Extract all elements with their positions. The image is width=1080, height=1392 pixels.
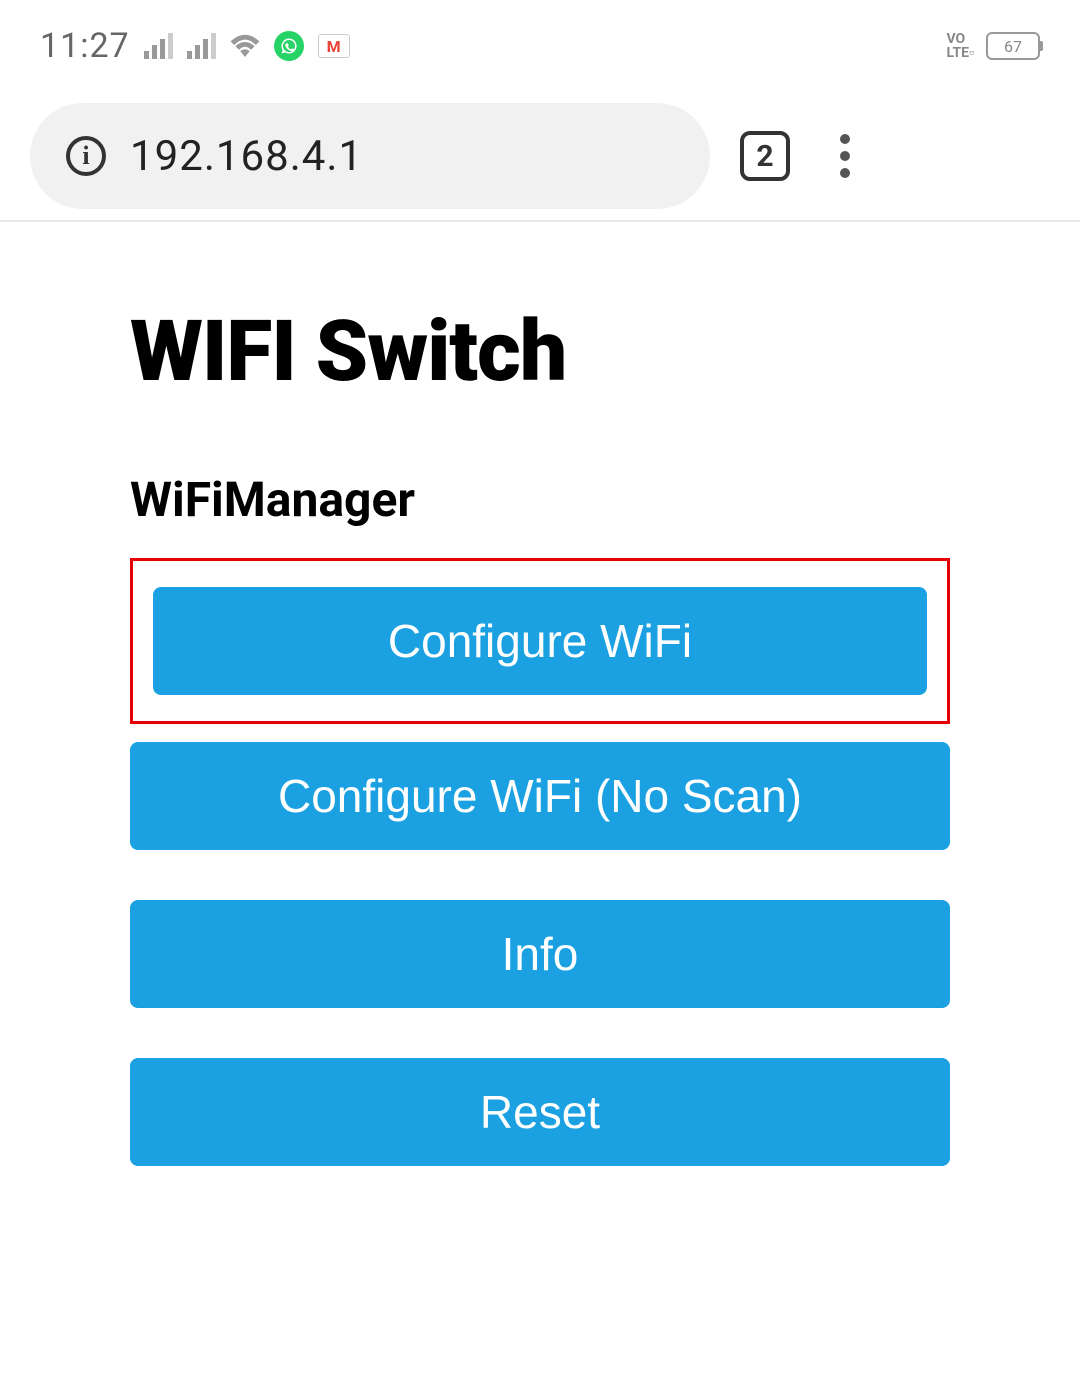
url-text: 192.168.4.1 [130, 132, 363, 181]
battery-level: 67 [1004, 37, 1022, 56]
browser-toolbar: i 192.168.4.1 2 [0, 92, 1080, 222]
status-time: 11:27 [40, 26, 130, 66]
volte-icon: VOLTE▫ [946, 32, 974, 60]
highlight-box: Configure WiFi [130, 558, 950, 724]
gmail-icon: M [318, 34, 350, 58]
info-icon[interactable]: i [66, 136, 106, 176]
configure-wifi-noscan-button[interactable]: Configure WiFi (No Scan) [130, 742, 950, 850]
whatsapp-icon [274, 31, 304, 61]
section-title: WiFiManager [130, 471, 950, 528]
status-bar: 11:27 M VOLTE▫ 67 [0, 0, 1080, 92]
signal-icon-2 [187, 33, 216, 59]
signal-icon-1 [144, 33, 173, 59]
status-left: 11:27 M [40, 26, 350, 66]
configure-wifi-button[interactable]: Configure WiFi [153, 587, 927, 695]
tab-count-value: 2 [756, 139, 773, 174]
status-right: VOLTE▫ 67 [946, 32, 1040, 60]
reset-button[interactable]: Reset [130, 1058, 950, 1166]
url-bar[interactable]: i 192.168.4.1 [30, 103, 710, 209]
info-button[interactable]: Info [130, 900, 950, 1008]
wifi-icon [230, 27, 260, 65]
page-content: WIFI Switch WiFiManager Configure WiFi C… [0, 222, 1080, 1166]
menu-icon[interactable] [820, 124, 870, 188]
tab-count-button[interactable]: 2 [740, 131, 790, 181]
battery-icon: 67 [986, 32, 1040, 60]
page-title: WIFI Switch [130, 302, 950, 401]
